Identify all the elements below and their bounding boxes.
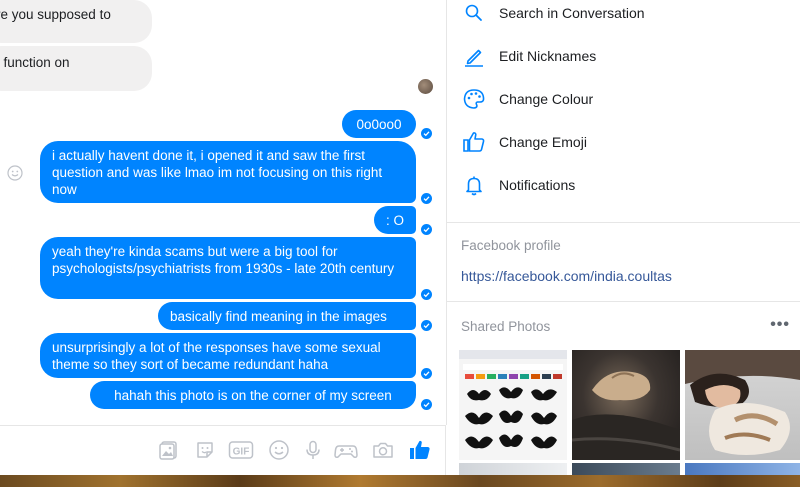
microphone-icon[interactable]: [301, 438, 325, 462]
photos-icon[interactable]: [157, 438, 181, 462]
delivered-check-icon: [421, 399, 432, 410]
shared-photo[interactable]: [685, 463, 800, 475]
message-outgoing[interactable]: i actually havent done it, i opened it a…: [40, 141, 416, 203]
search-icon: [461, 0, 487, 26]
section-divider: [447, 301, 800, 302]
palette-icon: [461, 86, 487, 112]
gif-icon[interactable]: GIF: [228, 438, 254, 462]
message-incoming: t function on: [0, 46, 152, 91]
bell-icon: [461, 172, 487, 198]
delivered-check-icon: [421, 224, 432, 235]
shared-photos-heading: Shared Photos: [461, 319, 551, 334]
change-emoji-option[interactable]: Change Emoji: [461, 127, 587, 157]
delivered-check-icon: [421, 128, 432, 139]
conversation-panel: re you supposed to t function on 0o0oo0 …: [0, 0, 447, 425]
search-in-conversation-option[interactable]: Search in Conversation: [461, 0, 645, 28]
option-label: Change Emoji: [499, 134, 587, 150]
svg-text:GIF: GIF: [233, 447, 250, 458]
read-receipt-avatar: [418, 79, 433, 94]
shared-photo[interactable]: [572, 463, 680, 475]
shared-photo[interactable]: [572, 350, 680, 460]
message-outgoing[interactable]: yeah they're kinda scams but were a big …: [40, 237, 416, 299]
more-options-button[interactable]: •••: [770, 316, 790, 334]
facebook-profile-link[interactable]: https://facebook.com/india.coultas: [461, 268, 672, 284]
camera-icon[interactable]: [371, 438, 395, 462]
message-outgoing[interactable]: 0o0oo0: [342, 110, 416, 138]
pencil-icon: [461, 43, 487, 69]
thumbs-up-icon: [461, 129, 487, 155]
delivered-check-icon: [421, 368, 432, 379]
message-incoming: re you supposed to: [0, 0, 152, 43]
delivered-check-icon: [421, 193, 432, 204]
delivered-check-icon: [421, 320, 432, 331]
emoji-icon[interactable]: [267, 438, 291, 462]
composer-toolbar: GIF: [0, 425, 446, 475]
message-outgoing[interactable]: hahah this photo is on the corner of my …: [90, 381, 416, 409]
react-emoji-icon[interactable]: [7, 165, 23, 186]
change-colour-option[interactable]: Change Colour: [461, 84, 593, 114]
option-label: Change Colour: [499, 91, 594, 107]
shared-photo[interactable]: [685, 350, 800, 460]
shared-photo[interactable]: [459, 350, 567, 460]
option-label: Search in Conversation: [499, 5, 645, 21]
message-outgoing[interactable]: unsurprisingly a lot of the responses ha…: [40, 333, 416, 378]
message-outgoing[interactable]: : O: [374, 206, 416, 234]
shared-photo[interactable]: [459, 463, 567, 475]
thumbs-up-icon[interactable]: [408, 438, 432, 462]
section-divider: [447, 222, 800, 223]
delivered-check-icon: [421, 289, 432, 300]
game-controller-icon[interactable]: [334, 438, 358, 462]
notifications-option[interactable]: Notifications: [461, 170, 575, 200]
option-label: Edit Nicknames: [499, 48, 597, 64]
edit-nicknames-option[interactable]: Edit Nicknames: [461, 41, 596, 71]
facebook-profile-heading: Facebook profile: [461, 238, 561, 253]
sticker-icon[interactable]: [193, 438, 217, 462]
option-label: Notifications: [499, 177, 576, 193]
message-outgoing[interactable]: basically find meaning in the images: [158, 302, 416, 330]
desktop-wallpaper-strip: [0, 475, 800, 487]
conversation-info-panel: Search in Conversation Edit Nicknames Ch…: [447, 0, 800, 475]
